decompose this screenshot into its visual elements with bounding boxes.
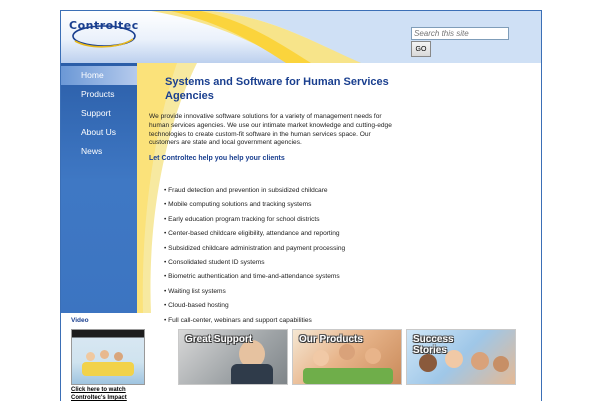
promo-success-stories[interactable]: Success Stories bbox=[406, 329, 516, 385]
promo-label: Our Products bbox=[299, 334, 363, 345]
child-photo-icon bbox=[365, 348, 381, 364]
page-frame: Controltec GO Home Products Support Abou… bbox=[60, 10, 542, 401]
sidebar: Home Products Support About Us News Vide… bbox=[61, 63, 145, 401]
list-item: • Early education program tracking for s… bbox=[164, 215, 320, 223]
search-button[interactable]: GO bbox=[411, 41, 431, 57]
header: Controltec GO bbox=[61, 11, 541, 63]
nav-item-home[interactable]: Home bbox=[61, 66, 141, 85]
promo-great-support[interactable]: Great Support bbox=[178, 329, 288, 385]
video-label: Video bbox=[71, 317, 89, 324]
video-box: Video Click here to watch Controltec's I… bbox=[61, 313, 145, 401]
list-item: • Cloud-based hosting bbox=[164, 302, 229, 310]
video-link-continued[interactable]: Controltec's Impact bbox=[71, 395, 127, 401]
child-figure-icon bbox=[100, 350, 109, 359]
main-content: Systems and Software for Human Services … bbox=[137, 63, 539, 401]
intro-paragraph: We provide innovative software solutions… bbox=[149, 113, 392, 147]
services-list: • Fraud detection and prevention in subs… bbox=[164, 187, 345, 331]
child-photo-icon bbox=[493, 356, 509, 372]
nav-item-news[interactable]: News bbox=[61, 142, 141, 161]
page-title: Systems and Software for Human Services … bbox=[165, 76, 389, 102]
books-photo-icon bbox=[303, 368, 393, 384]
promo-label: Great Support bbox=[185, 334, 253, 345]
nav-item-about-us[interactable]: About Us bbox=[61, 123, 141, 142]
promo-our-products[interactable]: Our Products bbox=[292, 329, 402, 385]
child-photo-icon bbox=[419, 354, 437, 372]
nav-item-support[interactable]: Support bbox=[61, 104, 141, 123]
list-item: • Biometric authentication and time-and-… bbox=[164, 273, 340, 281]
search-input[interactable] bbox=[411, 27, 509, 40]
list-item: • Consolidated student ID systems bbox=[164, 258, 265, 266]
logo-text: Controltec bbox=[69, 19, 139, 32]
child-figure-icon bbox=[114, 352, 123, 361]
list-item: • Fraud detection and prevention in subs… bbox=[164, 187, 328, 194]
video-thumbnail[interactable] bbox=[71, 329, 145, 385]
list-item: • Subsidized childcare administration an… bbox=[164, 244, 346, 252]
list-item: • Waiting list systems bbox=[164, 287, 226, 295]
child-photo-icon bbox=[339, 344, 355, 360]
sidebar-nav: Home Products Support About Us News bbox=[61, 66, 141, 161]
promo-label: Success Stories bbox=[413, 334, 454, 356]
list-item: • Center-based childcare eligibility, at… bbox=[164, 230, 340, 238]
child-photo-icon bbox=[313, 350, 329, 366]
children-shirts-icon bbox=[82, 362, 134, 376]
list-item: • Mobile computing solutions and trackin… bbox=[164, 201, 312, 209]
shirt-photo-icon bbox=[231, 364, 273, 384]
nav-item-products[interactable]: Products bbox=[61, 85, 141, 104]
section-subheading: Let Controltec help you help your client… bbox=[149, 155, 285, 162]
video-link[interactable]: Click here to watch bbox=[71, 387, 126, 393]
child-figure-icon bbox=[86, 352, 95, 361]
